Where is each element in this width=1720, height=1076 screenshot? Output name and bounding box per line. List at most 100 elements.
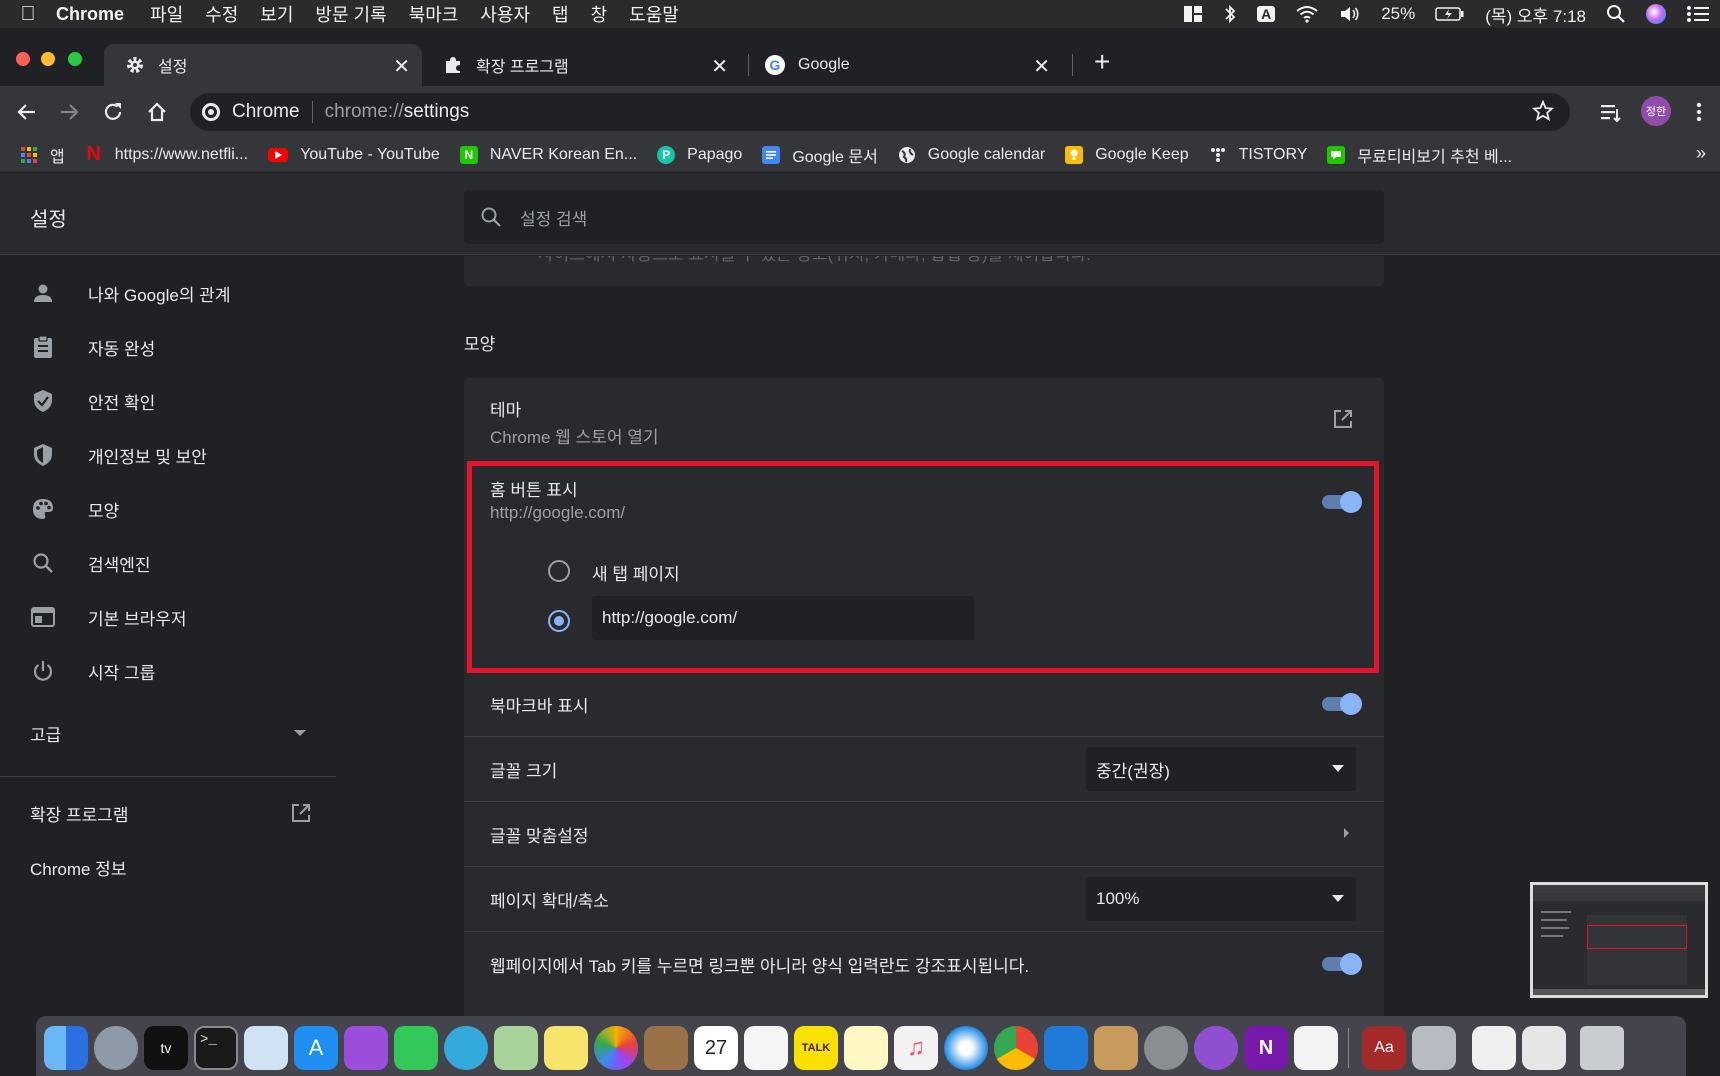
reload-button[interactable] [98, 97, 128, 127]
page-zoom-select[interactable]: 100% [1086, 877, 1356, 921]
sidebar-item-autofill[interactable]: 자동 완성 [30, 327, 155, 367]
sidebar-item-about-chrome[interactable]: Chrome 정보 [30, 852, 126, 882]
menu-help[interactable]: 도움말 [629, 1, 679, 27]
wifi-icon[interactable] [1295, 5, 1319, 23]
bookmark-star-icon[interactable] [1531, 99, 1555, 128]
open-in-new-icon[interactable] [1332, 408, 1354, 430]
window-zoom-button[interactable] [68, 52, 82, 66]
bookmark-free-tv[interactable]: 무료티비보기 추천 베... [1327, 143, 1512, 167]
dictionary-icon[interactable]: Aa [1362, 1026, 1406, 1070]
onenote-icon[interactable]: N [1244, 1026, 1288, 1070]
podcasts-icon[interactable] [344, 1026, 388, 1070]
bookmark-naver[interactable]: N NAVER Korean En... [459, 145, 637, 164]
bookmarks-bar-toggle[interactable] [1320, 692, 1362, 716]
sidebar-item-you-and-google[interactable]: 나와 Google의 관계 [30, 273, 230, 313]
customize-fonts-row[interactable]: 글꼴 맞춤설정 [464, 802, 1384, 866]
sidebar-item-safety-check[interactable]: 안전 확인 [30, 381, 155, 421]
sidebar-item-privacy-security[interactable]: 개인정보 및 보안 [30, 435, 207, 475]
launchpad-icon[interactable] [94, 1026, 138, 1070]
app-store-icon[interactable]: A [294, 1026, 338, 1070]
chrome-icon[interactable] [994, 1026, 1038, 1070]
terminal-icon[interactable]: >_ [194, 1026, 238, 1070]
chrome-menu-button[interactable] [1684, 97, 1714, 127]
kakaotalk-icon[interactable]: TALK [794, 1026, 838, 1070]
sidebar-item-extensions[interactable]: 확장 프로그램 [30, 796, 312, 830]
volume-icon[interactable] [1339, 5, 1361, 23]
window-close-button[interactable] [16, 52, 30, 66]
notes-icon[interactable] [844, 1026, 888, 1070]
window-minimize-button[interactable] [41, 52, 55, 66]
close-icon[interactable]: ✕ [393, 54, 410, 79]
finder-icon[interactable] [44, 1026, 88, 1070]
maps-icon[interactable] [494, 1026, 538, 1070]
facetime-icon[interactable] [394, 1026, 438, 1070]
safari-icon[interactable] [944, 1026, 988, 1070]
tab-extensions[interactable]: 확장 프로그램 ✕ [422, 44, 740, 86]
menu-tab[interactable]: 탭 [552, 1, 569, 27]
textedit-icon[interactable] [1294, 1026, 1338, 1070]
menu-bookmarks[interactable]: 북마크 [409, 1, 459, 27]
preview-icon[interactable] [244, 1026, 288, 1070]
theme-row[interactable]: 테마 Chrome 웹 스토어 열기 [464, 378, 1384, 460]
sidebar-item-appearance[interactable]: 모양 [30, 489, 119, 529]
menu-window[interactable]: 창 [591, 1, 608, 27]
bookmark-google-keep[interactable]: Google Keep [1065, 145, 1189, 164]
battery-charging-icon[interactable] [1435, 6, 1465, 22]
sidebar-item-default-browser[interactable]: 기본 브라우저 [30, 597, 187, 637]
music-icon[interactable]: ♫ [894, 1026, 938, 1070]
calendar-icon[interactable]: 27 [694, 1026, 738, 1070]
github-desktop-icon[interactable] [1194, 1026, 1238, 1070]
sidebar-item-search-engine[interactable]: 검색엔진 [30, 543, 151, 583]
menu-edit[interactable]: 수정 [205, 1, 238, 27]
tab-settings[interactable]: 설정 ✕ [104, 44, 422, 86]
home-button[interactable] [142, 97, 172, 127]
recent-download-icon[interactable] [1522, 1026, 1566, 1070]
apple-menu-icon[interactable]:  [0, 3, 56, 26]
reading-list-button[interactable] [1596, 97, 1626, 127]
menu-file[interactable]: 파일 [150, 1, 183, 27]
disk-utility-icon[interactable] [1412, 1026, 1456, 1070]
screenshot-thumbnail[interactable] [1530, 882, 1708, 998]
bookmark-google-calendar[interactable]: Google calendar [898, 146, 1045, 164]
bookmarks-overflow-button[interactable]: » [1696, 143, 1706, 164]
spotlight-search-icon[interactable] [1606, 4, 1626, 24]
settings-search-input[interactable]: 설정 검색 [464, 190, 1384, 244]
bookmark-papago[interactable]: P Papago [657, 145, 742, 164]
menu-profiles[interactable]: 사용자 [480, 1, 530, 27]
font-size-select[interactable]: 중간(권장) [1086, 747, 1356, 791]
bookmarks-bar-row[interactable]: 북마크바 표시 [464, 672, 1384, 736]
menu-history[interactable]: 방문 기록 [315, 1, 386, 27]
tab-google[interactable]: G Google ✕ [744, 44, 1062, 86]
close-icon[interactable]: ✕ [1033, 54, 1050, 79]
bookmark-netflix[interactable]: N https://www.netfli... [85, 143, 249, 165]
stickies-icon[interactable] [544, 1026, 588, 1070]
messages-icon[interactable] [444, 1026, 488, 1070]
tab-highlight-toggle[interactable] [1320, 952, 1362, 976]
reminders-icon[interactable] [744, 1026, 788, 1070]
system-preferences-icon[interactable] [1144, 1026, 1188, 1070]
bookmark-tistory[interactable]: TISTORY [1209, 146, 1307, 164]
forward-button[interactable] [54, 97, 84, 127]
trash-icon[interactable] [1580, 1026, 1624, 1070]
photos-icon[interactable] [594, 1026, 638, 1070]
profile-avatar[interactable]: 정한 [1641, 96, 1671, 126]
siri-icon[interactable] [1646, 4, 1666, 24]
window-layout-icon[interactable] [1183, 5, 1203, 23]
tab-highlight-row[interactable]: 웹페이지에서 Tab 키를 누르면 링크뿐 아니라 양식 입력란도 강조표시됩니… [464, 932, 1384, 996]
clock[interactable]: (목) 오후 7:18 [1485, 2, 1586, 27]
menu-view[interactable]: 보기 [260, 1, 293, 27]
back-button[interactable] [12, 97, 42, 127]
bookmark-youtube[interactable]: YouTube - YouTube [268, 146, 440, 164]
documents-folder-icon[interactable] [1472, 1026, 1516, 1070]
menu-app-name[interactable]: Chrome [56, 4, 124, 25]
close-icon[interactable]: ✕ [711, 54, 728, 79]
bookmark-google-docs[interactable]: Google 문서 [762, 143, 878, 167]
bluetooth-icon[interactable] [1223, 4, 1237, 24]
battery-percent[interactable]: 25% [1381, 4, 1415, 24]
archive-utility-icon[interactable] [1094, 1026, 1138, 1070]
bookmark-apps[interactable]: 앱 [20, 143, 65, 167]
notebook-icon[interactable] [644, 1026, 688, 1070]
sidebar-advanced-toggle[interactable]: 고급 [30, 718, 306, 748]
notification-center-icon[interactable] [1686, 5, 1710, 23]
sidebar-item-on-startup[interactable]: 시작 그룹 [30, 651, 155, 691]
